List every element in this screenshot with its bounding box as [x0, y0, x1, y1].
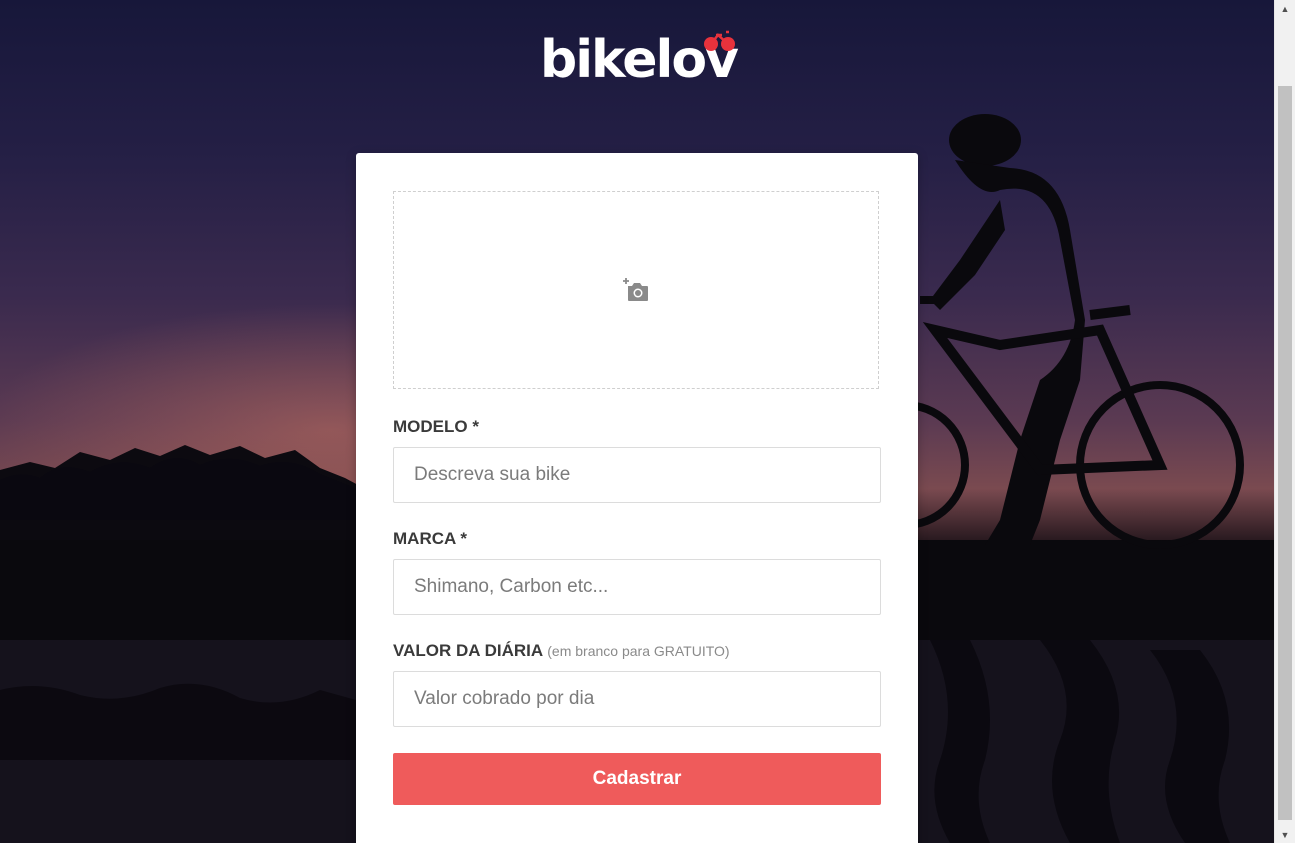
valor-diaria-hint: (em branco para GRATUITO) [547, 643, 730, 659]
vertical-scrollbar[interactable]: ▲ ▼ [1274, 0, 1295, 843]
valor-diaria-input[interactable] [393, 671, 881, 727]
bike-logo-icon [704, 30, 735, 51]
bikelov-logo[interactable]: bikelov [540, 28, 740, 90]
modelo-input[interactable] [393, 447, 881, 503]
marca-input[interactable] [393, 559, 881, 615]
photo-upload-area[interactable] [393, 191, 879, 389]
scroll-down-arrow-icon[interactable]: ▼ [1275, 826, 1295, 843]
marca-label: MARCA * [393, 529, 467, 549]
page: bikelov MODELO * MARCA * VALOR DA DIÁRIA [0, 0, 1295, 843]
bike-register-card: MODELO * MARCA * VALOR DA DIÁRIA (em bra… [356, 153, 918, 843]
marca-label-text: MARCA * [393, 529, 467, 548]
cadastrar-button[interactable]: Cadastrar [393, 753, 881, 805]
valor-diaria-label-text: VALOR DA DIÁRIA [393, 641, 543, 660]
valor-diaria-label: VALOR DA DIÁRIA (em branco para GRATUITO… [393, 641, 730, 661]
scroll-up-arrow-icon[interactable]: ▲ [1275, 0, 1295, 17]
scrollbar-thumb[interactable] [1278, 86, 1292, 820]
modelo-label-text: MODELO * [393, 417, 479, 436]
modelo-label: MODELO * [393, 417, 479, 437]
add-photo-camera-icon [623, 278, 648, 301]
